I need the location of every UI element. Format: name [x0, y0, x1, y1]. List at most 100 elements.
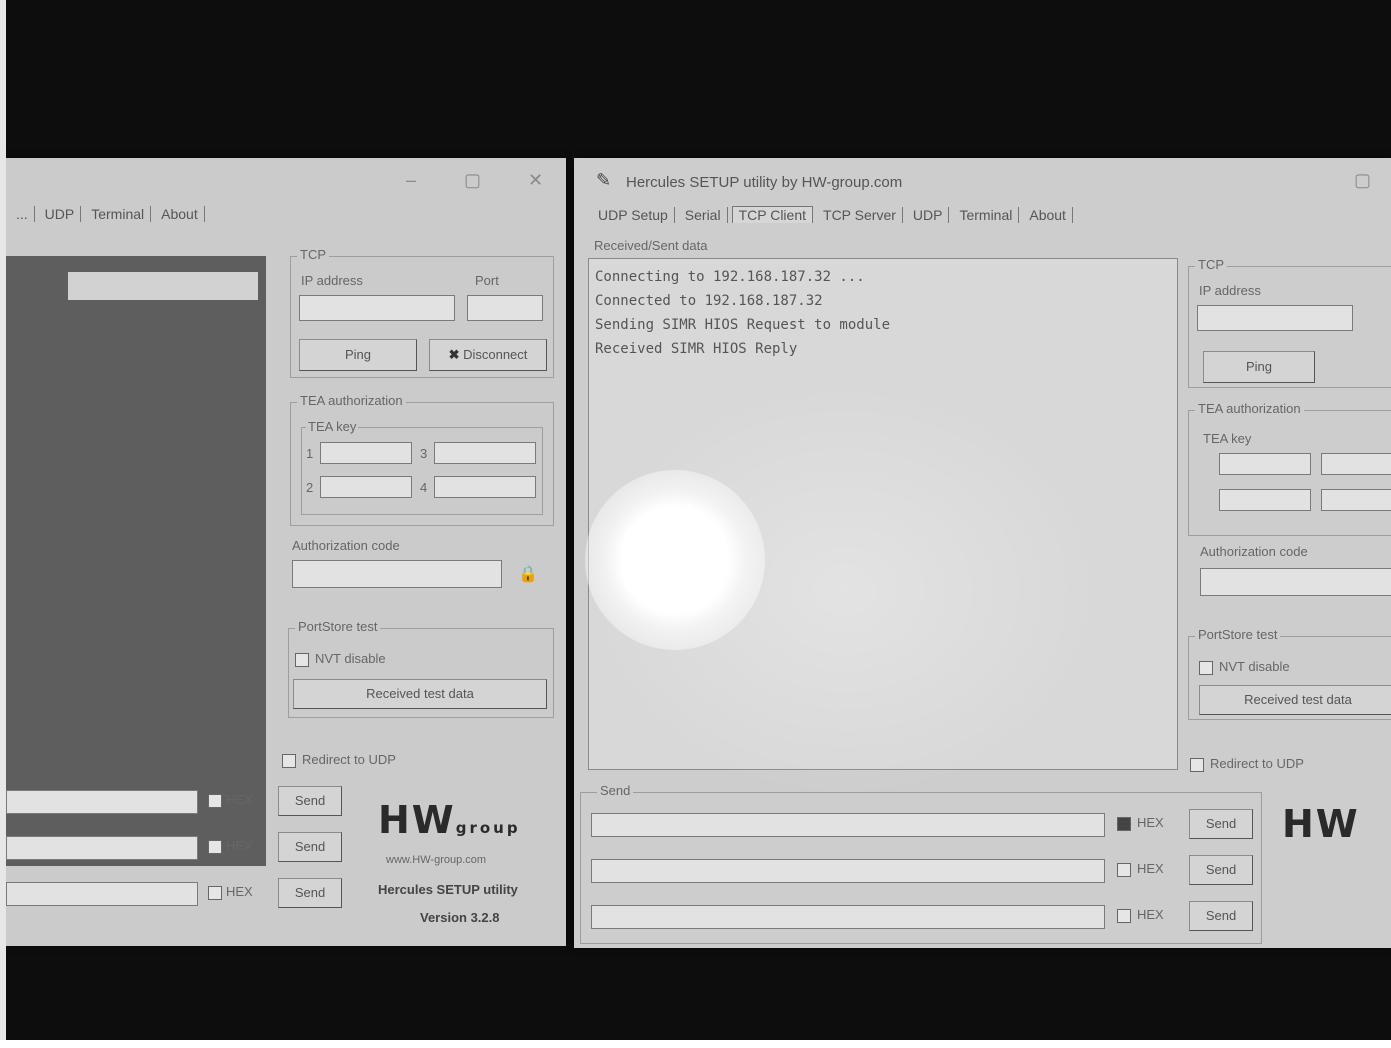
auth-code-label-right: Authorization code: [1200, 544, 1308, 559]
received-test-data-button[interactable]: Received test data: [293, 679, 547, 709]
ping-button[interactable]: Ping: [299, 339, 417, 371]
tab-tcp-client[interactable]: TCP Client: [731, 206, 814, 223]
tab-serial[interactable]: Serial: [679, 207, 728, 223]
tea-key-group: TEA key 1 3 2 4: [301, 419, 543, 515]
logo-main-right: HW: [1282, 802, 1360, 846]
tab-udp[interactable]: UDP: [907, 207, 950, 223]
right-titlebar: ✎ Hercules SETUP utility by HW-group.com…: [574, 158, 1391, 202]
logo-url[interactable]: www.HW-group.com: [386, 854, 486, 866]
tea-key-2-input[interactable]: [320, 476, 412, 498]
photo-frame: – ▢ ✕ ... UDP Terminal About TCP IP address…: [0, 0, 1391, 1048]
tab-terminal[interactable]: Terminal: [85, 206, 152, 222]
left-auth-group: TEA authorization TEA key 1 3 2 4: [290, 393, 554, 526]
send-button-3[interactable]: Send: [278, 878, 342, 908]
send-button-1[interactable]: Send: [278, 786, 342, 816]
send-button-3-right[interactable]: Send: [1189, 901, 1253, 931]
portstore-group-right: PortStore test NVT disable Received test…: [1188, 627, 1391, 720]
ping-button-right[interactable]: Ping: [1203, 351, 1315, 383]
received-sent-data-label: Received/Sent data: [594, 238, 708, 253]
close-icon[interactable]: ✕: [528, 170, 543, 191]
nvt-disable-label: NVT disable: [315, 651, 386, 666]
hex-checkbox-3[interactable]: [208, 886, 222, 900]
tab-tcp-server[interactable]: TCP Server: [817, 207, 903, 223]
send-button-2[interactable]: Send: [278, 832, 342, 862]
redirect-udp-label: Redirect to UDP: [302, 752, 396, 767]
list-item[interactable]: [68, 272, 258, 300]
minimize-icon[interactable]: –: [406, 170, 416, 191]
tab-prev[interactable]: ...: [10, 206, 35, 222]
nvt-disable-label-right: NVT disable: [1219, 659, 1290, 674]
tea-key-3-input-right[interactable]: [1321, 453, 1391, 475]
version-label: Version 3.2.8: [420, 910, 500, 925]
send-button-2-right[interactable]: Send: [1189, 855, 1253, 885]
redirect-udp-checkbox[interactable]: [282, 754, 296, 768]
send-group: Send HEX Send HEX Send HEX Send: [580, 783, 1262, 944]
tea-key-4-input-right[interactable]: [1321, 489, 1391, 511]
maximize-icon[interactable]: ▢: [464, 170, 481, 191]
hex-label-3: HEX: [226, 884, 253, 899]
logo-main: HW: [378, 798, 456, 842]
console-line: Connecting to 192.168.187.32 ...: [595, 269, 865, 285]
ip-input[interactable]: [299, 295, 455, 321]
hex-label-1-right: HEX: [1137, 815, 1164, 830]
tab-about[interactable]: About: [155, 206, 205, 222]
tea-key-1-input[interactable]: [320, 442, 412, 464]
auth-group-label-right: TEA authorization: [1195, 401, 1304, 416]
lock-icon[interactable]: 🔒: [518, 564, 538, 584]
hex-checkbox-1-right[interactable]: [1117, 817, 1131, 831]
tea-key-1-input-right[interactable]: [1219, 453, 1311, 475]
left-titlebar: – ▢ ✕: [6, 158, 566, 202]
auth-code-label: Authorization code: [292, 538, 400, 553]
tea-key-3-input[interactable]: [434, 442, 536, 464]
left-window: – ▢ ✕ ... UDP Terminal About TCP IP address…: [6, 158, 566, 946]
send-button-1-right[interactable]: Send: [1189, 809, 1253, 839]
send-input-2-right[interactable]: [591, 859, 1105, 883]
auth-code-input-right[interactable]: [1200, 568, 1391, 596]
hex-checkbox-3-right[interactable]: [1117, 909, 1131, 923]
hw-group-logo-right: HW: [1282, 802, 1360, 846]
auth-group-label: TEA authorization: [297, 393, 406, 408]
maximize-icon-right[interactable]: ▢: [1354, 170, 1371, 191]
console-line: Received SIMR HIOS Reply: [595, 341, 798, 357]
port-input[interactable]: [467, 295, 543, 321]
right-tab-bar: UDP Setup Serial TCP Client TCP Server UDP Te…: [592, 206, 1077, 232]
received-test-data-button-right[interactable]: Received test data: [1199, 685, 1391, 715]
hw-group-logo: HWgroup: [378, 798, 521, 842]
tab-udp[interactable]: UDP: [39, 206, 82, 222]
send-input-3-right[interactable]: [591, 905, 1105, 929]
console-line: Connected to 192.168.187.32: [595, 293, 823, 309]
received-data-console[interactable]: Connecting to 192.168.187.32 ... Connect…: [588, 258, 1178, 770]
disconnect-button[interactable]: ✖ Disconnect: [429, 339, 547, 371]
tea-key-label-right: TEA key: [1203, 431, 1252, 446]
tab-terminal-right[interactable]: Terminal: [953, 207, 1020, 223]
left-send-area: HEX Send HEX Send HEX Send: [6, 774, 356, 924]
app-icon: ✎: [596, 170, 612, 190]
hex-checkbox-2[interactable]: [208, 840, 222, 854]
product-name: Hercules SETUP utility: [378, 882, 518, 897]
key2-label: 2: [306, 480, 314, 495]
hex-checkbox-2-right[interactable]: [1117, 863, 1131, 877]
tea-key-4-input[interactable]: [434, 476, 536, 498]
send-input-2[interactable]: [6, 836, 198, 860]
key3-label: 3: [420, 446, 428, 461]
auth-code-input[interactable]: [292, 560, 502, 588]
tab-about-right[interactable]: About: [1023, 207, 1073, 223]
tea-key-2-input-right[interactable]: [1219, 489, 1311, 511]
hex-checkbox-1[interactable]: [208, 794, 222, 808]
logo-sub: group: [455, 819, 521, 837]
frame-edge-bottom: [0, 1040, 1391, 1048]
nvt-disable-checkbox-right[interactable]: [1199, 661, 1213, 675]
send-input-1-right[interactable]: [591, 813, 1105, 837]
ip-input-right[interactable]: [1197, 305, 1353, 331]
ip-label-right: IP address: [1199, 283, 1261, 298]
tab-udp-setup[interactable]: UDP Setup: [592, 207, 675, 223]
tea-key-label: TEA key: [306, 419, 359, 434]
hex-label-2: HEX: [226, 838, 253, 853]
nvt-disable-checkbox[interactable]: [295, 653, 309, 667]
disconnect-icon: ✖: [448, 347, 464, 362]
send-input-3[interactable]: [6, 882, 198, 906]
redirect-udp-checkbox-right[interactable]: [1190, 758, 1204, 772]
send-input-1[interactable]: [6, 790, 198, 814]
